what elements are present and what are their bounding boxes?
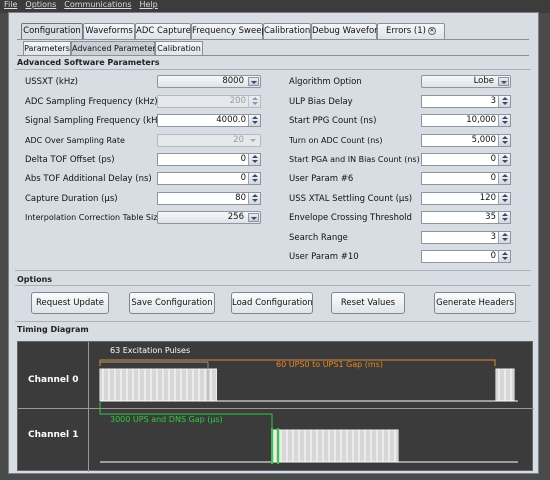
start-ppg-count-label: Start PPG Count (ns) xyxy=(289,116,377,126)
chevron-down-icon xyxy=(498,77,509,86)
channel-0-second-burst xyxy=(495,368,516,402)
user-param-6-label: User Param #6 xyxy=(289,174,354,184)
menu-options[interactable]: Options xyxy=(21,0,60,9)
timing-waveform xyxy=(99,359,518,464)
start-ppg-count-spinner[interactable]: 10,000 xyxy=(421,114,511,127)
ussxt-label: USSXT (kHz) xyxy=(25,77,78,87)
spinner-arrows-icon[interactable] xyxy=(248,115,260,126)
main-window: Configuration Waveforms ADC Capture Freq… xyxy=(8,12,539,474)
save-configuration-button[interactable]: Save Configuration xyxy=(129,292,215,314)
tab-errors[interactable]: Errors (1) ✕ xyxy=(377,23,445,40)
ussxt-dropdown[interactable]: 8000 xyxy=(157,75,261,88)
ups-dns-gap-marker xyxy=(271,428,279,464)
advanced-divider xyxy=(15,69,531,70)
ulp-bias-delay-spinner[interactable]: 3 xyxy=(421,95,511,108)
adc-sampling-frequency-label: ADC Sampling Frequency (kHz) xyxy=(25,97,158,107)
algorithm-option-label: Algorithm Option xyxy=(289,77,362,87)
channel-0-excitation-pulses xyxy=(99,368,218,402)
envelope-crossing-label: Envelope Crossing Threshold xyxy=(289,213,412,223)
tab-adc-capture[interactable]: ADC Capture xyxy=(135,23,191,40)
tab-waveforms[interactable]: Waveforms xyxy=(83,23,135,40)
timing-diagram: Channel 0 Channel 1 63 Excitation Pulses… xyxy=(17,341,534,472)
spinner-arrows-icon[interactable] xyxy=(248,173,260,184)
ups0-ups1-gap-bracket xyxy=(99,359,496,366)
start-pga-count-label: Start PGA and IN Bias Count (ns) xyxy=(289,155,420,164)
adc-sampling-frequency-spinner: 200 xyxy=(157,95,261,108)
spinner-arrows-icon[interactable] xyxy=(498,96,510,107)
menu-file[interactable]: File xyxy=(0,0,21,9)
tab-debug-waveform[interactable]: Debug Waveform xyxy=(311,23,386,40)
menu-help[interactable]: Help xyxy=(136,0,162,9)
ulp-bias-delay-label: ULP Bias Delay xyxy=(289,97,353,107)
generate-headers-button[interactable]: Generate Headers xyxy=(434,292,516,314)
algorithm-option-dropdown[interactable]: Lobe xyxy=(421,75,511,88)
signal-sampling-frequency-spinner[interactable]: 4000.0 xyxy=(157,114,261,127)
turn-on-adc-count-label: Turn on ADC Count (ns) xyxy=(289,136,383,145)
options-top-divider xyxy=(15,285,531,286)
interpolation-table-size-label: Interpolation Correction Table Size xyxy=(25,213,163,222)
capture-duration-label: Capture Duration (µs) xyxy=(25,194,118,204)
subtab-calibration[interactable]: Calibration xyxy=(155,41,203,56)
subtab-parameters[interactable]: Parameters xyxy=(23,41,71,56)
reset-values-button[interactable]: Reset Values xyxy=(331,292,405,314)
spinner-arrows-icon[interactable] xyxy=(498,115,510,126)
ups-dns-gap-bracket xyxy=(99,402,273,430)
delta-tof-offset-spinner[interactable]: 0 xyxy=(157,153,261,166)
signal-sampling-frequency-label: Signal Sampling Frequency (kHz) xyxy=(25,116,166,126)
search-range-label: Search Range xyxy=(289,233,348,243)
tab-divider xyxy=(17,39,529,40)
search-range-spinner[interactable]: 3 xyxy=(421,231,511,244)
spinner-arrows-icon[interactable] xyxy=(498,193,510,204)
spinner-arrows-icon[interactable] xyxy=(498,173,510,184)
tab-calibration[interactable]: Calibration xyxy=(263,23,311,40)
abs-tof-delay-spinner[interactable]: 0 xyxy=(157,172,261,185)
uss-xtal-settling-spinner[interactable]: 120 xyxy=(421,192,511,205)
subtab-divider xyxy=(17,55,529,56)
tab-frequency-sweep[interactable]: Frequency Sweep xyxy=(191,23,267,40)
menu-communications[interactable]: Communications xyxy=(60,0,135,9)
spinner-arrows-icon[interactable] xyxy=(248,154,260,165)
channel-1-excitation-pulses xyxy=(271,429,400,463)
close-icon[interactable]: ✕ xyxy=(427,26,436,35)
adc-over-sampling-rate-label: ADC Over Sampling Rate xyxy=(25,136,125,145)
options-section-title: Options xyxy=(17,275,53,284)
spinner-arrows-icon[interactable] xyxy=(248,193,260,204)
user-param-6-spinner[interactable]: 0 xyxy=(421,172,511,185)
chevron-down-icon xyxy=(248,77,259,86)
capture-duration-spinner[interactable]: 80 xyxy=(157,192,261,205)
advanced-section-title: Advanced Software Parameters xyxy=(17,58,160,67)
request-update-button[interactable]: Request Update xyxy=(31,292,109,314)
turn-on-adc-count-spinner[interactable]: 5,000 xyxy=(421,134,511,147)
options-divider xyxy=(15,270,531,271)
uss-xtal-settling-label: USS XTAL Settling Count (µs) xyxy=(289,194,413,204)
user-param-10-spinner[interactable]: 0 xyxy=(421,250,511,263)
chevron-down-icon xyxy=(248,213,259,222)
envelope-crossing-spinner[interactable]: 35 xyxy=(421,211,511,224)
user-param-10-label: User Param #10 xyxy=(289,252,359,262)
spinner-arrows-icon[interactable] xyxy=(498,232,510,243)
adc-over-sampling-rate-dropdown: 20 xyxy=(157,134,261,147)
subtab-advanced-parameters[interactable]: Advanced Parameters xyxy=(71,41,160,56)
spinner-arrows-icon[interactable] xyxy=(498,135,510,146)
load-configuration-button[interactable]: Load Configuration xyxy=(231,292,313,314)
timing-divider xyxy=(15,321,531,322)
spinner-arrows-icon[interactable] xyxy=(498,212,510,223)
abs-tof-delay-label: Abs TOF Additional Delay (ns) xyxy=(25,174,152,184)
delta-tof-offset-label: Delta TOF Offset (ps) xyxy=(25,155,115,165)
spinner-arrows-icon[interactable] xyxy=(498,154,510,165)
timing-section-title: Timing Diagram xyxy=(17,325,89,334)
spinner-arrows-icon xyxy=(248,96,260,107)
start-pga-count-spinner[interactable]: 0 xyxy=(421,153,511,166)
interpolation-table-size-dropdown[interactable]: 256 xyxy=(157,211,261,224)
tab-configuration[interactable]: Configuration xyxy=(21,23,83,40)
chevron-down-icon xyxy=(250,139,256,142)
spinner-arrows-icon[interactable] xyxy=(498,251,510,262)
